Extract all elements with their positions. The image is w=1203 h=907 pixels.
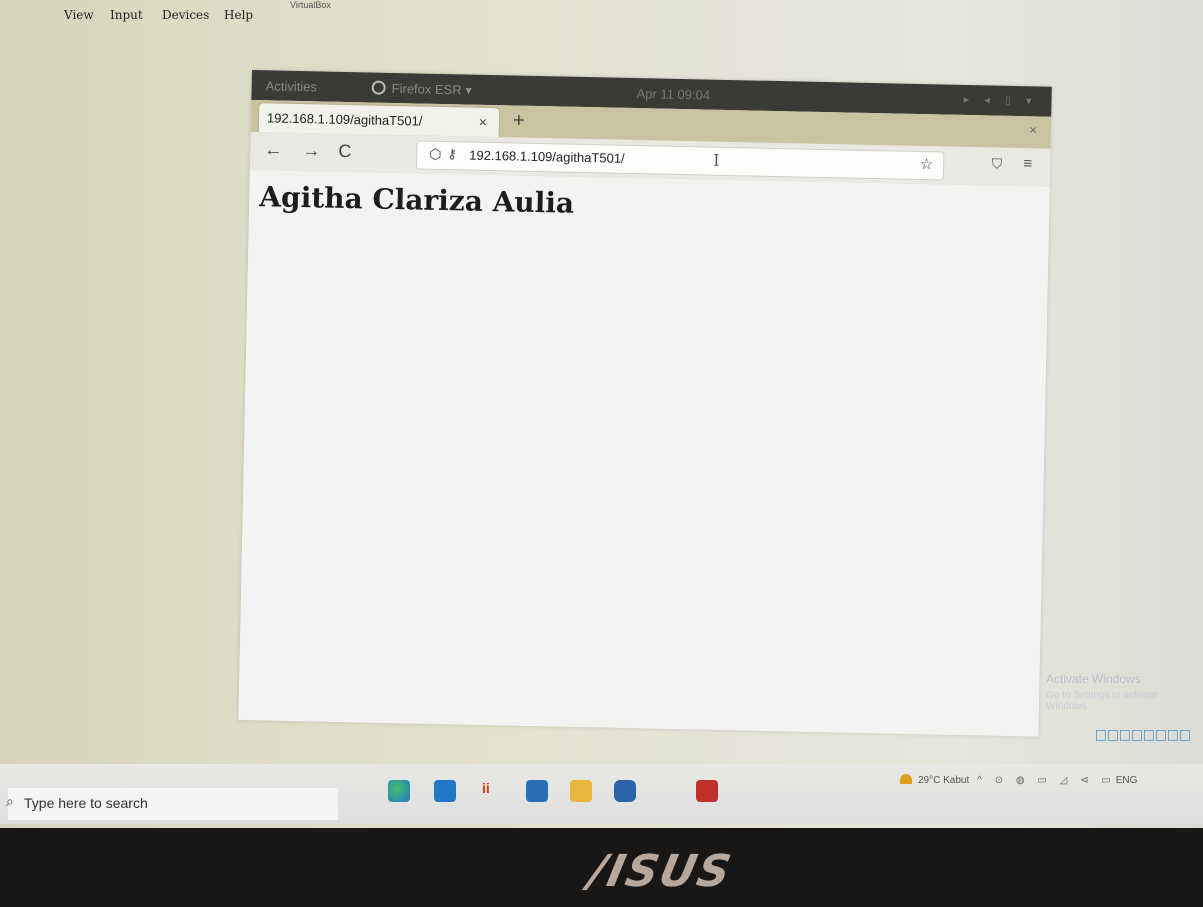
store-icon[interactable] [434,780,456,802]
activities-button[interactable]: Activities [266,78,318,94]
virtualbox-menu-bar: View Input Devices Help VirtualBox [0,0,331,26]
clock[interactable]: Apr 11 09:04 [636,86,710,103]
status-icon[interactable] [1132,730,1142,741]
close-tab-icon[interactable]: × [479,114,488,130]
url-text[interactable]: 192.168.1.109/agithaT501/ [469,148,625,166]
file-explorer-icon[interactable] [570,780,592,802]
system-tray[interactable]: ▸ ◂ ▯ ▾ [964,93,1038,108]
back-arrow-icon[interactable]: ← [264,139,282,160]
activate-windows-watermark: Activate Windows Go to Settings to activ… [1046,672,1203,712]
menu-devices[interactable]: Devices [162,8,209,22]
bookmark-star-icon[interactable]: ☆ [920,155,934,173]
laptop-screen: View Input Devices Help VirtualBox Activ… [0,0,1203,828]
shield-icon[interactable]: ⬡ [429,146,442,163]
status-icon[interactable] [1108,730,1118,741]
virtualbox-icon[interactable] [614,780,636,802]
edge-icon[interactable] [388,780,410,802]
reload-icon[interactable]: C [338,141,351,162]
watermark-title: Activate Windows [1046,672,1141,686]
system-tray: 29°C Kabut ^ ⊙ ◍ ▭ ◿ ⊲ ▭ENG [900,774,1137,786]
text-cursor-icon: I [713,150,720,170]
weather-icon [900,774,912,784]
search-placeholder: Type here to search [24,795,148,811]
menu-input[interactable]: Input [110,8,143,22]
virtualbox-title: VirtualBox [290,0,331,10]
new-tab-button[interactable]: + [513,109,525,132]
forward-arrow-icon[interactable]: → [302,140,320,161]
office-icon[interactable]: ii [482,780,504,802]
terminal-icon[interactable] [696,780,718,802]
mail-icon[interactable] [526,780,548,802]
status-icon[interactable] [1120,730,1130,741]
menu-view[interactable]: View [64,8,94,22]
page-heading: Agitha Clariza Aulia [259,180,575,220]
tab-title: 192.168.1.109/agithaT501/ [266,110,423,129]
page-content: Agitha Clariza Aulia [238,169,1050,737]
status-icon[interactable] [1156,730,1166,741]
windows-taskbar: ⌕ Type here to search ii 29°C Kabut ^ ⊙ ◍… [0,764,1203,824]
tray-icons[interactable]: ^ ⊙ ◍ ▭ ◿ ⊲ ▭ [977,775,1115,786]
pocket-icon[interactable]: ⛉ [992,156,1003,173]
virtualbox-status-icons [1096,728,1192,746]
laptop-bezel: /ISUS [0,828,1203,907]
power-icon [371,80,386,95]
status-icon[interactable] [1168,730,1178,741]
menu-help[interactable]: Help [224,8,253,22]
weather-text[interactable]: 29°C Kabut [918,775,969,786]
status-icon[interactable] [1096,730,1106,741]
search-input[interactable]: ⌕ Type here to search [6,788,338,820]
app-menu[interactable]: Firefox ESR ▾ [371,80,473,99]
window-close-icon[interactable]: × [1029,122,1037,137]
asus-logo: /ISUS [584,846,737,897]
status-icon[interactable] [1180,730,1190,741]
status-icon[interactable] [1144,730,1154,741]
search-icon: ⌕ [6,793,14,809]
language-indicator[interactable]: ENG [1116,775,1138,786]
app-menu-label: Firefox ESR ▾ [391,80,473,98]
menu-icon[interactable]: ≡ [1023,155,1032,172]
lock-icon[interactable]: ⚷ [447,146,457,162]
watermark-subtitle: Go to Settings to activate Windows. [1046,690,1158,712]
guest-desktop: Activities Firefox ESR ▾ Apr 11 09:04 ▸ … [238,70,1052,737]
